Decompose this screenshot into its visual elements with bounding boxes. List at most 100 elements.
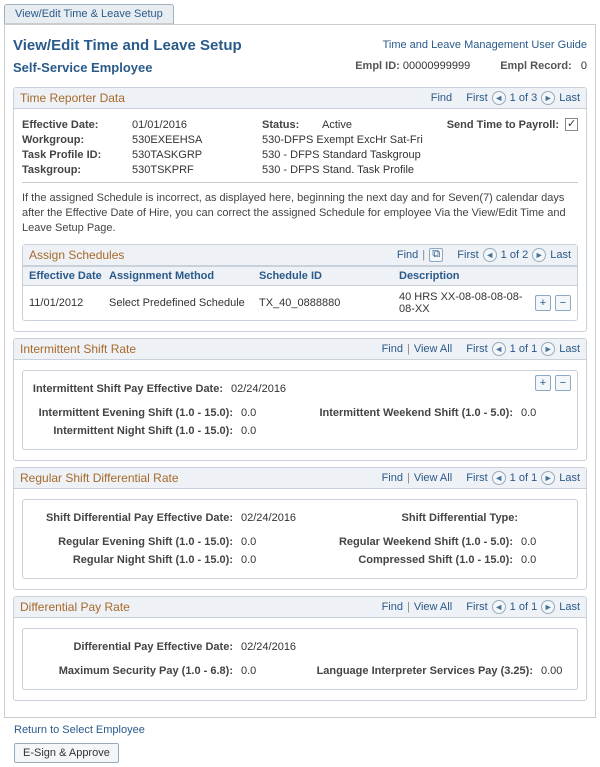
int-eff-label: Intermittent Shift Pay Effective Date: bbox=[31, 383, 231, 395]
reg-evening-label: Regular Evening Shift (1.0 - 15.0): bbox=[31, 536, 241, 548]
tab-view-edit[interactable]: View/Edit Time & Leave Setup bbox=[4, 4, 174, 24]
trd-next-icon[interactable]: ► bbox=[541, 91, 555, 105]
reg-find-link[interactable]: Find bbox=[382, 472, 403, 484]
int-viewall-link[interactable]: View All bbox=[414, 343, 452, 355]
int-first-label[interactable]: First bbox=[466, 343, 487, 355]
int-find-link[interactable]: Find bbox=[382, 343, 403, 355]
int-weekend-label: Intermittent Weekend Shift (1.0 - 5.0): bbox=[301, 407, 521, 419]
trd-last-label[interactable]: Last bbox=[559, 92, 580, 104]
workgroup-value: 530EXEEHSA bbox=[132, 134, 202, 146]
reg-compressed-val: 0.0 bbox=[521, 554, 571, 566]
dp-viewall-link[interactable]: View All bbox=[414, 601, 452, 613]
task-profile-value: 530TASKGRP bbox=[132, 149, 202, 161]
int-last-label[interactable]: Last bbox=[559, 343, 580, 355]
taskgroup-value: 530TSKPRF bbox=[132, 164, 194, 176]
section-title-assign-schedules: Assign Schedules bbox=[29, 248, 397, 262]
as-counter: 1 of 2 bbox=[501, 249, 529, 261]
send-payroll-label: Send Time to Payroll: bbox=[402, 119, 565, 131]
dp-counter: 1 of 1 bbox=[510, 601, 538, 613]
reg-first-label[interactable]: First bbox=[466, 472, 487, 484]
page-title: View/Edit Time and Leave Setup bbox=[13, 37, 242, 54]
int-prev-icon[interactable]: ◄ bbox=[492, 342, 506, 356]
as-prev-icon[interactable]: ◄ bbox=[483, 248, 497, 262]
send-payroll-checkbox[interactable] bbox=[565, 118, 578, 131]
schedule-note: If the assigned Schedule is incorrect, a… bbox=[22, 191, 578, 236]
reg-weekend-label: Regular Weekend Shift (1.0 - 5.0): bbox=[301, 536, 521, 548]
task-profile-label: Task Profile ID: bbox=[22, 149, 132, 161]
eff-date-label: Effective Date: bbox=[22, 119, 132, 131]
dp-lang-val: 0.00 bbox=[541, 665, 591, 677]
trd-prev-icon[interactable]: ◄ bbox=[492, 91, 506, 105]
int-night-val: 0.0 bbox=[241, 425, 291, 437]
as-find-link[interactable]: Find bbox=[397, 249, 418, 261]
workgroup-label: Workgroup: bbox=[22, 134, 132, 146]
col-sched[interactable]: Schedule ID bbox=[259, 270, 399, 282]
row-sched: TX_40_0888880 bbox=[259, 297, 399, 309]
trd-counter: 1 of 3 bbox=[510, 92, 538, 104]
reg-next-icon[interactable]: ► bbox=[541, 471, 555, 485]
row-date: 11/01/2012 bbox=[29, 297, 109, 309]
as-next-icon[interactable]: ► bbox=[532, 248, 546, 262]
col-method[interactable]: Assignment Method bbox=[109, 270, 259, 282]
empl-id-label: Empl ID: bbox=[355, 60, 400, 72]
section-title-time-reporter: Time Reporter Data bbox=[20, 91, 431, 105]
row-method: Select Predefined Schedule bbox=[109, 297, 259, 309]
reg-night-label: Regular Night Shift (1.0 - 15.0): bbox=[31, 554, 241, 566]
dp-eff-date: 02/24/2016 bbox=[241, 641, 296, 653]
dp-first-label[interactable]: First bbox=[466, 601, 487, 613]
dp-next-icon[interactable]: ► bbox=[541, 600, 555, 614]
int-next-icon[interactable]: ► bbox=[541, 342, 555, 356]
int-evening-val: 0.0 bbox=[241, 407, 291, 419]
col-desc[interactable]: Description bbox=[399, 270, 527, 282]
return-link[interactable]: Return to Select Employee bbox=[14, 724, 145, 736]
int-weekend-val: 0.0 bbox=[521, 407, 571, 419]
section-title-regular: Regular Shift Differential Rate bbox=[20, 471, 382, 485]
reg-type-label: Shift Differential Type: bbox=[306, 512, 526, 524]
taskgroup-label: Taskgroup: bbox=[22, 164, 132, 176]
dp-maxsec-label: Maximum Security Pay (1.0 - 6.8): bbox=[31, 665, 241, 677]
as-last-label[interactable]: Last bbox=[550, 249, 571, 261]
dp-lang-label: Language Interpreter Services Pay (3.25)… bbox=[301, 665, 541, 677]
reg-counter: 1 of 1 bbox=[510, 472, 538, 484]
reg-weekend-val: 0.0 bbox=[521, 536, 571, 548]
as-first-label[interactable]: First bbox=[457, 249, 478, 261]
int-add-button[interactable]: + bbox=[535, 375, 551, 391]
empl-record-label: Empl Record: bbox=[500, 60, 572, 72]
row-desc: 40 HRS XX-08-08-08-08-08-XX bbox=[399, 291, 527, 315]
task-profile-desc: 530 - DFPS Standard Taskgroup bbox=[262, 149, 421, 161]
int-counter: 1 of 1 bbox=[510, 343, 538, 355]
trd-find-link[interactable]: Find bbox=[431, 92, 452, 104]
dp-eff-label: Differential Pay Effective Date: bbox=[31, 641, 241, 653]
trd-first-label[interactable]: First bbox=[466, 92, 487, 104]
reg-prev-icon[interactable]: ◄ bbox=[492, 471, 506, 485]
status-value: Active bbox=[322, 119, 402, 131]
int-remove-button[interactable]: − bbox=[555, 375, 571, 391]
reg-eff-date: 02/24/2016 bbox=[241, 512, 296, 524]
esign-approve-button[interactable]: E-Sign & Approve bbox=[14, 743, 119, 763]
sub-title: Self-Service Employee bbox=[13, 60, 152, 75]
reg-last-label[interactable]: Last bbox=[559, 472, 580, 484]
dp-prev-icon[interactable]: ◄ bbox=[492, 600, 506, 614]
dp-find-link[interactable]: Find bbox=[382, 601, 403, 613]
empl-record-value: 0 bbox=[581, 60, 587, 72]
table-row: 11/01/2012 Select Predefined Schedule TX… bbox=[23, 286, 577, 320]
eff-date-value: 01/01/2016 bbox=[132, 119, 187, 131]
row-remove-button[interactable]: − bbox=[555, 295, 571, 311]
reg-eff-label: Shift Differential Pay Effective Date: bbox=[31, 512, 241, 524]
reg-compressed-label: Compressed Shift (1.0 - 15.0): bbox=[301, 554, 521, 566]
row-add-button[interactable]: + bbox=[535, 295, 551, 311]
int-night-label: Intermittent Night Shift (1.0 - 15.0): bbox=[31, 425, 241, 437]
as-popout-icon[interactable]: ⧉ bbox=[429, 248, 443, 262]
int-eff-date: 02/24/2016 bbox=[231, 383, 286, 395]
reg-viewall-link[interactable]: View All bbox=[414, 472, 452, 484]
user-guide-link[interactable]: Time and Leave Management User Guide bbox=[383, 39, 587, 51]
dp-last-label[interactable]: Last bbox=[559, 601, 580, 613]
reg-evening-val: 0.0 bbox=[241, 536, 291, 548]
workgroup-desc: 530-DFPS Exempt ExcHr Sat-Fri bbox=[262, 134, 423, 146]
col-eff-date[interactable]: Effective Date bbox=[29, 270, 109, 282]
section-title-intermittent: Intermittent Shift Rate bbox=[20, 342, 382, 356]
dp-maxsec-val: 0.0 bbox=[241, 665, 291, 677]
taskgroup-desc: 530 - DFPS Stand. Task Profile bbox=[262, 164, 414, 176]
empl-id-value: 00000999999 bbox=[403, 60, 470, 72]
int-evening-label: Intermittent Evening Shift (1.0 - 15.0): bbox=[31, 407, 241, 419]
